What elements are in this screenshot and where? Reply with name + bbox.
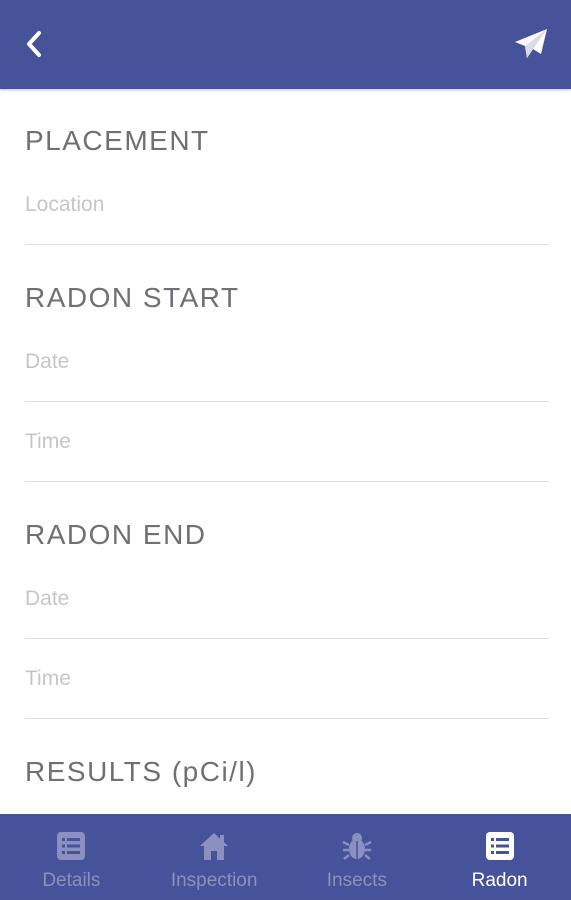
radon-end-heading: RADON END xyxy=(25,519,207,550)
radon-end-time-input[interactable] xyxy=(25,639,549,718)
list-icon xyxy=(484,830,516,862)
back-button[interactable] xyxy=(14,24,54,64)
home-icon xyxy=(198,830,230,862)
radon-start-date-field[interactable] xyxy=(25,322,549,402)
location-field[interactable] xyxy=(25,165,549,245)
chevron-left-icon xyxy=(27,31,41,57)
tab-inspection-label: Inspection xyxy=(170,870,258,891)
radon-start-heading: RADON START xyxy=(25,282,240,313)
location-input[interactable] xyxy=(25,165,549,244)
radon-form: PLACEMENT RADON START RADON END RESULTS … xyxy=(0,89,571,814)
tab-details[interactable]: Details xyxy=(0,814,143,900)
list-icon xyxy=(55,830,87,862)
bottom-tab-bar: Details Inspection Insects Radon xyxy=(0,814,571,900)
radon-start-time-field[interactable] xyxy=(25,402,549,482)
tab-radon-label: Radon xyxy=(471,870,528,891)
radon-end-date-field[interactable] xyxy=(25,559,549,639)
tab-details-label: Details xyxy=(42,870,101,891)
radon-start-time-input[interactable] xyxy=(25,402,549,481)
send-button[interactable] xyxy=(509,22,553,66)
radon-end-time-field[interactable] xyxy=(25,639,549,719)
tab-radon[interactable]: Radon xyxy=(428,814,571,900)
radon-start-date-input[interactable] xyxy=(25,322,549,401)
radon-end-date-input[interactable] xyxy=(25,559,549,638)
bug-icon xyxy=(341,830,373,862)
app-root: PLACEMENT RADON START RADON END RESULTS … xyxy=(0,0,571,900)
tab-insects[interactable]: Insects xyxy=(286,814,429,900)
tab-inspection[interactable]: Inspection xyxy=(143,814,286,900)
top-app-bar xyxy=(0,0,571,89)
tab-insects-label: Insects xyxy=(326,870,387,891)
placement-heading: PLACEMENT xyxy=(25,125,210,156)
paper-plane-icon xyxy=(515,29,547,58)
results-heading: RESULTS (pCi/l) xyxy=(25,756,258,787)
